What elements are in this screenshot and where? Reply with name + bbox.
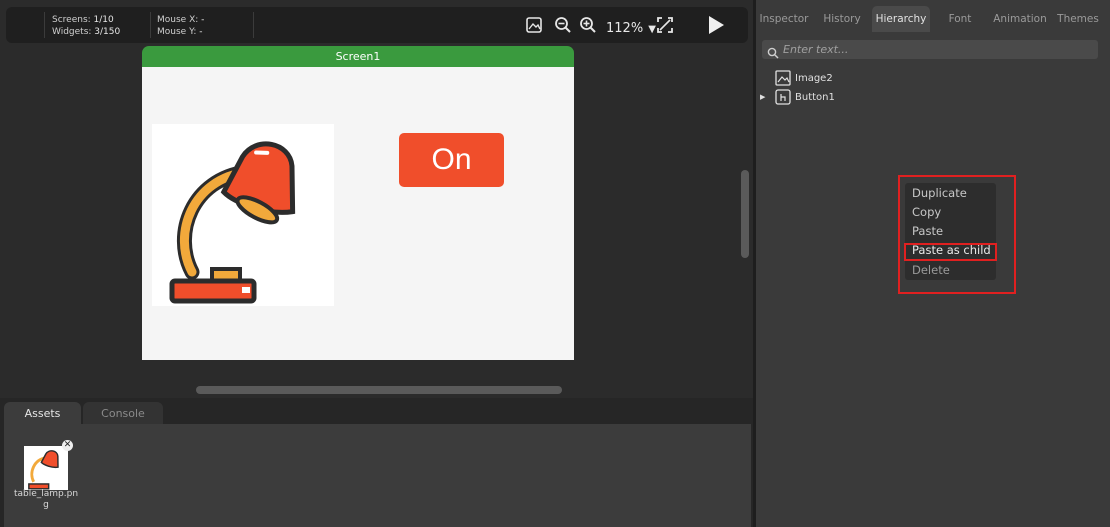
tab-inspector[interactable]: Inspector <box>756 6 812 32</box>
tab-hierarchy[interactable]: Hierarchy <box>872 6 930 32</box>
fit-screen-icon[interactable] <box>656 16 674 34</box>
tab-history[interactable]: History <box>816 6 868 32</box>
search-placeholder: Enter text... <box>783 43 849 56</box>
close-icon[interactable]: ✕ <box>62 440 73 451</box>
tab-font[interactable]: Font <box>936 6 984 32</box>
hierarchy-item-button1[interactable]: Button1 <box>795 91 835 105</box>
desk-lamp-icon <box>169 141 296 304</box>
screens-stat: Screens: 1/10 <box>52 15 114 25</box>
hand-pointer-icon <box>775 89 791 109</box>
hierarchy-item-image2[interactable]: Image2 <box>795 72 833 86</box>
tab-animation[interactable]: Animation <box>990 6 1050 32</box>
expand-arrow-icon[interactable]: ▶ <box>760 93 765 101</box>
menu-item-copy[interactable]: Copy <box>912 205 941 220</box>
image-icon <box>775 70 791 90</box>
on-button-widget[interactable]: On <box>399 133 504 187</box>
zoom-in-icon[interactable] <box>579 16 597 34</box>
menu-item-duplicate[interactable]: Duplicate <box>912 186 967 201</box>
toolbar-divider <box>150 12 151 38</box>
toolbar-divider <box>44 12 45 38</box>
asset-thumbnail[interactable] <box>24 446 68 490</box>
horizontal-scrollbar[interactable] <box>196 386 562 394</box>
paste-as-child-highlight <box>904 243 997 261</box>
widgets-stat: Widgets: 3/150 <box>52 27 121 37</box>
assets-pane <box>4 424 751 527</box>
zoom-value: 112% <box>606 21 644 36</box>
desk-lamp-icon <box>28 450 59 490</box>
zoom-out-icon[interactable] <box>554 16 572 34</box>
image-toggle-icon[interactable] <box>525 16 543 34</box>
toolbar-divider <box>253 12 254 38</box>
zoom-dropdown[interactable]: 112% ▼ <box>606 17 656 36</box>
screen-tab[interactable]: Screen1 <box>142 46 574 67</box>
menu-item-delete[interactable]: Delete <box>912 263 950 278</box>
tab-assets[interactable]: Assets <box>4 402 81 425</box>
tab-console[interactable]: Console <box>83 402 163 425</box>
menu-item-paste[interactable]: Paste <box>912 224 943 239</box>
vertical-scrollbar[interactable] <box>741 170 749 258</box>
right-panel-tabs: Inspector History Hierarchy Font Animati… <box>756 6 1110 32</box>
asset-name: table_lamp.png <box>13 489 79 510</box>
editor-toolbar: Screens: 1/10 Widgets: 3/150 Mouse X: - … <box>6 7 748 43</box>
mouse-x-stat: Mouse X: - <box>157 15 205 25</box>
lamp-image-widget[interactable] <box>152 124 334 306</box>
tab-themes[interactable]: Themes <box>1054 6 1102 32</box>
search-icon <box>767 44 779 63</box>
mouse-y-stat: Mouse Y: - <box>157 27 203 37</box>
play-icon[interactable] <box>706 15 726 39</box>
caret-down-icon: ▼ <box>648 24 656 35</box>
